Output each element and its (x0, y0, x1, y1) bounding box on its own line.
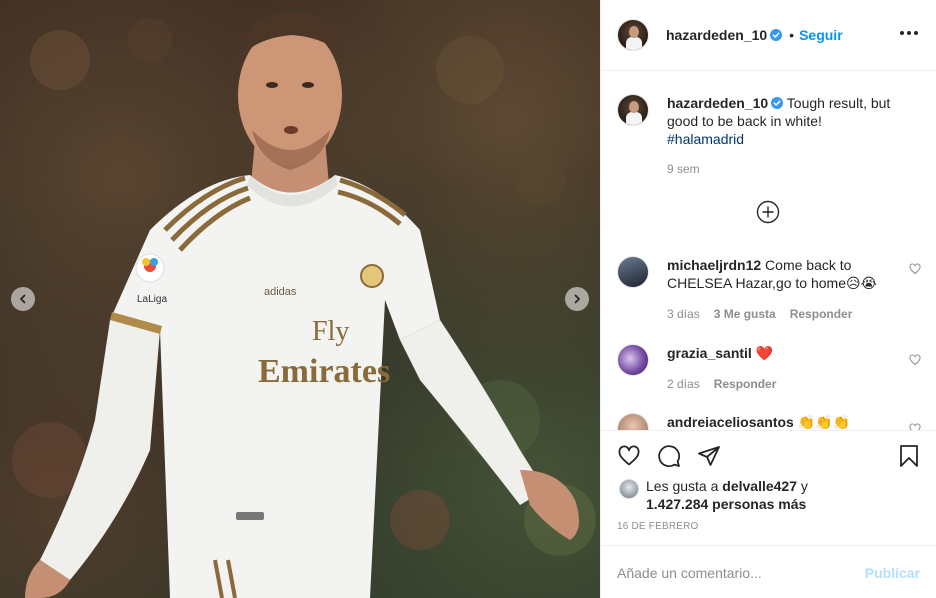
caption-author-avatar[interactable] (617, 94, 649, 126)
comment-text: 👏👏👏 (793, 414, 851, 430)
post-details-panel: hazardeden_10 • Seguir hazardeden_10 Tou… (600, 0, 936, 598)
liker-username[interactable]: delvalle427 (722, 478, 797, 494)
caption-hashtag[interactable]: #halamadrid (667, 131, 744, 147)
likes-conjunction: y (797, 478, 808, 494)
comment-username[interactable]: michaeljrdn12 (667, 257, 761, 273)
comment-reply-button[interactable]: Responder (790, 307, 853, 321)
share-icon[interactable] (697, 444, 721, 468)
verified-icon (771, 97, 784, 109)
likes-others-count[interactable]: 1.427.284 personas más (646, 495, 917, 513)
author-avatar[interactable] (617, 19, 649, 51)
author-username[interactable]: hazardeden_10 (666, 27, 767, 43)
more-options-icon[interactable] (898, 25, 920, 41)
action-bar (617, 440, 921, 472)
add-comment-input[interactable] (617, 563, 857, 583)
caption-username[interactable]: hazardeden_10 (667, 95, 768, 111)
comments-list[interactable]: hazardeden_10 Tough result, but good to … (601, 72, 936, 430)
comment-likes-count[interactable]: 3 Me gusta (714, 307, 776, 321)
sponsor-text-line2: Emirates (258, 353, 390, 390)
previous-photo-button[interactable] (11, 287, 35, 311)
post-photo[interactable]: LaLiga adidas Fly Emirates (0, 0, 600, 598)
chevron-left-icon (20, 294, 26, 304)
laliga-patch-text: LaLiga (137, 294, 167, 305)
commenter-avatar[interactable] (617, 413, 649, 430)
adidas-logo-text: adidas (264, 286, 297, 298)
commenter-avatar[interactable] (617, 344, 649, 376)
comment-icon[interactable] (657, 444, 681, 468)
add-circle-icon[interactable] (756, 200, 780, 224)
section-divider (601, 430, 936, 431)
follow-button[interactable]: Seguir (799, 27, 843, 43)
comment-text: ❤️ (751, 345, 774, 361)
heart-icon[interactable] (909, 354, 921, 366)
heart-icon[interactable] (909, 263, 921, 275)
player-illustration: LaLiga adidas Fly Emirates (12, 11, 596, 598)
heart-icon[interactable] (617, 444, 641, 468)
comment-item: grazia_santil ❤️ 2 días Responder (617, 344, 921, 391)
header-separator: • (789, 27, 795, 43)
sponsor-text-line1: Fly (312, 316, 349, 347)
next-photo-button[interactable] (565, 287, 589, 311)
commenter-avatar[interactable] (617, 256, 649, 288)
comment-item: michaeljrdn12 Come back to CHELSEA Hazar… (617, 256, 921, 321)
comment-time[interactable]: 2 días (667, 377, 700, 391)
publish-button[interactable]: Publicar (865, 565, 920, 581)
likes-prefix: Les gusta a (646, 478, 723, 494)
comment-username[interactable]: andreiaceliosantos (667, 414, 794, 430)
likes-summary[interactable]: Les gusta a delvalle427 y 1.427.284 pers… (617, 477, 917, 513)
comment-time[interactable]: 3 días (667, 307, 700, 321)
chevron-right-icon (574, 294, 580, 304)
caption-time[interactable]: 9 sem (667, 162, 917, 176)
comment-reply-button[interactable]: Responder (714, 377, 777, 391)
bookmark-icon[interactable] (897, 444, 921, 468)
post-header: hazardeden_10 • Seguir (601, 0, 936, 71)
comment-composer: Publicar (601, 545, 936, 598)
comment-item: andreiaceliosantos 👏👏👏 (617, 413, 921, 430)
heart-icon[interactable] (909, 423, 921, 430)
post-date[interactable]: 16 DE FEBRERO (617, 521, 699, 532)
comment-username[interactable]: grazia_santil (667, 345, 752, 361)
verified-icon (770, 29, 783, 41)
liker-avatar[interactable] (619, 479, 639, 499)
post-caption: hazardeden_10 Tough result, but good to … (617, 94, 917, 176)
